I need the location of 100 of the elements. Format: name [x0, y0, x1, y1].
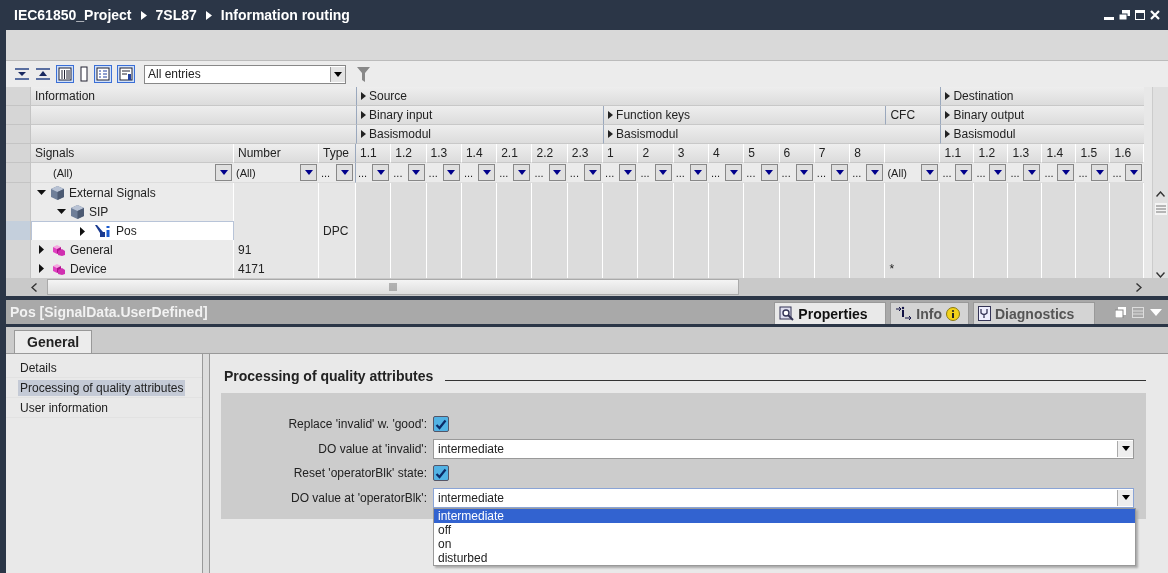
- expand-arrow-icon[interactable]: [608, 111, 614, 119]
- column-header[interactable]: 1.2: [391, 144, 427, 163]
- column-filter-dropdown[interactable]: ...: [1110, 163, 1145, 183]
- breadcrumb-item[interactable]: 7SL87: [155, 7, 197, 23]
- column-header[interactable]: 8: [850, 144, 886, 163]
- routing-cell[interactable]: [356, 259, 392, 278]
- single-column-icon[interactable]: [79, 66, 89, 82]
- vertical-scrollbar[interactable]: [1152, 87, 1168, 278]
- column-header[interactable]: 2: [638, 144, 674, 163]
- inspector-tab[interactable]: Properties: [774, 302, 887, 324]
- routing-cell[interactable]: [1042, 259, 1077, 278]
- tree-row[interactable]: Device: [31, 259, 234, 278]
- value-dropdown[interactable]: intermediate: [433, 438, 1134, 459]
- tree-row[interactable]: Pos: [31, 221, 234, 241]
- routing-cell[interactable]: [779, 259, 815, 278]
- column-header[interactable]: 3: [673, 144, 709, 163]
- routing-cell[interactable]: [1110, 183, 1145, 203]
- column-header[interactable]: 1.4: [1042, 144, 1077, 163]
- scroll-down-icon[interactable]: [1156, 272, 1166, 278]
- nav-item[interactable]: User information: [6, 398, 202, 418]
- scroll-up-icon[interactable]: [1156, 191, 1166, 197]
- expand-arrow-icon[interactable]: [945, 130, 951, 138]
- filter-icon[interactable]: [357, 66, 370, 82]
- routing-cell[interactable]: [461, 183, 498, 203]
- routing-cell[interactable]: [1008, 259, 1043, 278]
- scroll-left-icon[interactable]: [31, 282, 37, 292]
- column-filter-dropdown[interactable]: (All): [31, 163, 234, 183]
- column-filter-dropdown[interactable]: ...: [814, 163, 851, 183]
- collapse-all-icon[interactable]: [35, 67, 51, 81]
- expand-arrow-icon[interactable]: [361, 130, 366, 138]
- column-header[interactable]: Signals: [31, 144, 234, 163]
- column-header[interactable]: 1.4: [461, 144, 498, 163]
- routing-cell[interactable]: [850, 259, 886, 278]
- dropdown-option[interactable]: disturbed: [434, 550, 1135, 565]
- column-header[interactable]: Number: [234, 144, 319, 163]
- scroll-right-icon[interactable]: [1136, 282, 1142, 292]
- column-filter-dropdown[interactable]: ...: [974, 163, 1009, 183]
- value-dropdown[interactable]: intermediate: [433, 487, 1134, 508]
- routing-cell[interactable]: [391, 259, 427, 278]
- routing-cell[interactable]: [603, 183, 639, 203]
- routing-cell[interactable]: [779, 183, 815, 203]
- routing-cell[interactable]: [356, 183, 392, 203]
- column-filter-dropdown[interactable]: ...: [391, 163, 427, 183]
- routing-cell[interactable]: [974, 183, 1009, 203]
- tree-row[interactable]: General: [31, 240, 234, 260]
- columns-view-button[interactable]: [56, 65, 74, 83]
- column-group-header[interactable]: Basismodul: [940, 125, 1145, 144]
- routing-cell[interactable]: [391, 183, 427, 203]
- row-header-cell[interactable]: [6, 259, 31, 278]
- routing-cell[interactable]: [1076, 259, 1111, 278]
- tree-row[interactable]: SIP: [31, 202, 234, 222]
- float-panel-icon[interactable]: [1115, 306, 1126, 318]
- expand-all-icon[interactable]: [14, 67, 30, 81]
- inspector-tab[interactable]: Diagnostics: [973, 302, 1095, 324]
- column-filter-dropdown[interactable]: ...: [532, 163, 568, 183]
- column-filter-dropdown[interactable]: ...: [673, 163, 709, 183]
- splitter[interactable]: [202, 354, 210, 573]
- routing-cell[interactable]: [567, 183, 604, 203]
- column-filter-dropdown[interactable]: ...: [603, 163, 639, 183]
- expand-arrow-icon[interactable]: [78, 226, 87, 236]
- view-filter-dropdown[interactable]: All entries: [144, 64, 346, 84]
- routing-cell[interactable]: [1076, 183, 1111, 203]
- routing-cell[interactable]: [497, 183, 533, 203]
- dropdown-arrow-icon[interactable]: [1150, 308, 1162, 316]
- column-header[interactable]: 1.3: [426, 144, 462, 163]
- routing-cell[interactable]: [708, 183, 745, 203]
- dropdown-option[interactable]: intermediate: [434, 508, 1135, 523]
- layout-icon[interactable]: [1132, 306, 1144, 318]
- column-group-header[interactable]: Function keys: [603, 106, 886, 125]
- column-filter-dropdown[interactable]: ...: [850, 163, 886, 183]
- column-filter-dropdown[interactable]: ...: [567, 163, 604, 183]
- routing-cell[interactable]: [1110, 259, 1145, 278]
- column-header[interactable]: 5: [744, 144, 780, 163]
- routing-cell[interactable]: [638, 183, 674, 203]
- maximize-icon[interactable]: [1135, 10, 1145, 20]
- column-header[interactable]: 1.1: [356, 144, 392, 163]
- expand-arrow-icon[interactable]: [37, 264, 46, 273]
- expand-arrow-icon[interactable]: [945, 111, 951, 119]
- routing-cell[interactable]: *: [885, 259, 941, 278]
- routing-cell[interactable]: [461, 259, 498, 278]
- column-filter-dropdown[interactable]: ...: [708, 163, 745, 183]
- routing-cell[interactable]: [814, 259, 851, 278]
- column-filter-dropdown[interactable]: ...: [497, 163, 533, 183]
- routing-cell[interactable]: [673, 183, 709, 203]
- breadcrumb-item[interactable]: Information routing: [220, 7, 350, 23]
- routing-cell[interactable]: [744, 183, 780, 203]
- row-header-cell[interactable]: [6, 183, 31, 203]
- dropdown-option[interactable]: off: [434, 522, 1135, 537]
- info-list-button[interactable]: [117, 65, 135, 83]
- routing-cell[interactable]: [497, 259, 533, 278]
- column-header[interactable]: [885, 144, 941, 163]
- routing-cell[interactable]: [603, 259, 639, 278]
- column-header[interactable]: 2.1: [497, 144, 533, 163]
- expand-arrow-icon[interactable]: [945, 92, 951, 100]
- column-filter-dropdown[interactable]: ...: [1008, 163, 1043, 183]
- column-header[interactable]: 1: [603, 144, 639, 163]
- routing-cell[interactable]: [567, 259, 604, 278]
- column-header[interactable]: 1.2: [974, 144, 1009, 163]
- routing-cell[interactable]: [532, 183, 568, 203]
- routing-cell[interactable]: [814, 183, 851, 203]
